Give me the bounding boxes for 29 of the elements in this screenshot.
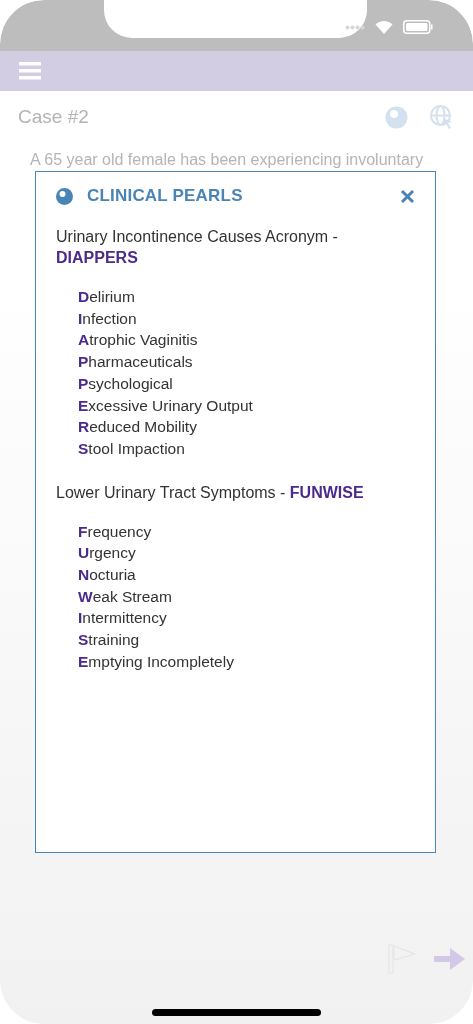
- acronym-item: Delirium: [78, 287, 136, 307]
- acronym-item: Infection: [78, 308, 138, 329]
- acronym-item: Reduced Mobility: [78, 417, 198, 438]
- acronym-item: Emptying Incompletely: [78, 651, 235, 672]
- acronym-item: Straining: [78, 630, 141, 651]
- acronym-item: Nocturia: [78, 565, 137, 586]
- dialog-title: CLINICAL PEARLS: [87, 186, 244, 206]
- acronym-item: Stool Impaction: [78, 438, 186, 459]
- acronym-item: Psychological: [78, 373, 174, 394]
- wifi-icon: [375, 20, 393, 34]
- section-heading: Lower Urinary Tract Symptoms - FUNWISE: [56, 482, 365, 503]
- acronym-item: Intermittency: [78, 608, 168, 629]
- next-arrow-icon[interactable]: [434, 948, 465, 970]
- close-button[interactable]: [400, 188, 415, 204]
- pearl-icon[interactable]: [385, 105, 408, 129]
- case-text: A 65 year old female has been experiencing involuntary: [30, 150, 425, 170]
- acronym-item: Weak Stream: [78, 586, 173, 607]
- globe-icon[interactable]: [430, 105, 453, 129]
- acronym-item: Frequency: [78, 521, 153, 542]
- signal-icon: [345, 24, 365, 30]
- case-title: Case #2: [18, 106, 90, 128]
- acronym-item: Pharmaceuticals: [78, 352, 194, 373]
- battery-icon: [403, 20, 433, 34]
- menu-icon[interactable]: [19, 62, 41, 80]
- acronym-item: Atrophic Vaginitis: [78, 330, 199, 351]
- acronym-item: Urgency: [78, 543, 137, 564]
- acronym-item: Excessive Urinary Output: [78, 395, 254, 416]
- section-heading: Urinary Incontinence Causes Acronym - DIAPPERS: [56, 227, 339, 268]
- pearl-icon: [56, 187, 73, 205]
